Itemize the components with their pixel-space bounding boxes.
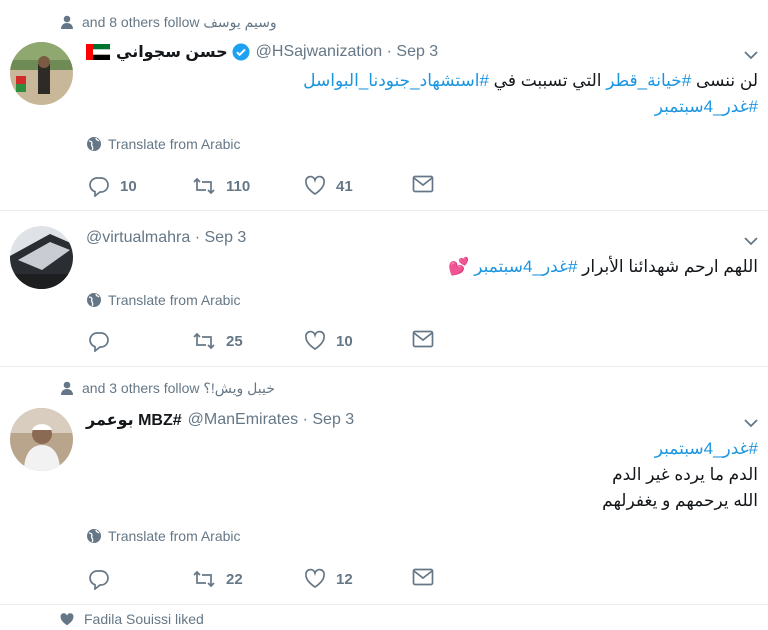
text-line: الله يرحمهم و يغفرلهم bbox=[602, 491, 758, 510]
heart-icon bbox=[58, 612, 76, 626]
dm-button[interactable] bbox=[412, 175, 444, 193]
like-count: 10 bbox=[336, 332, 353, 350]
translate-link[interactable]: Translate from Arabic bbox=[86, 528, 241, 544]
tweet-header: حسن سجواني @HSajwanization · Sep 3 bbox=[86, 40, 438, 64]
reply-count: 10 bbox=[120, 177, 137, 195]
avatar[interactable] bbox=[10, 42, 73, 105]
like-button[interactable]: 41 bbox=[304, 175, 353, 197]
dm-button[interactable] bbox=[412, 568, 444, 586]
like-count: 41 bbox=[336, 177, 353, 195]
dm-button[interactable] bbox=[412, 330, 444, 348]
message-icon bbox=[412, 330, 434, 348]
message-icon bbox=[412, 568, 434, 586]
text-segment: اللهم ارحم شهدائنا الأبرار bbox=[577, 257, 758, 276]
heart-icon bbox=[304, 330, 326, 350]
action-bar: 25 10 bbox=[88, 330, 448, 354]
tweet-text: لن ننسى #خيانة_قطر التي تسببت في #استشها… bbox=[86, 68, 758, 120]
person-icon bbox=[58, 381, 76, 395]
hashtag-link[interactable]: #غدر_4سبتمبر bbox=[655, 439, 758, 458]
avatar[interactable] bbox=[10, 408, 73, 471]
heart-icon bbox=[304, 175, 326, 195]
reply-icon bbox=[89, 177, 109, 197]
retweet-icon bbox=[193, 570, 215, 588]
like-button[interactable]: 10 bbox=[304, 330, 353, 352]
avatar[interactable] bbox=[10, 226, 73, 289]
globe-icon bbox=[86, 528, 102, 544]
translate-link[interactable]: Translate from Arabic bbox=[86, 292, 241, 308]
chevron-down-icon[interactable] bbox=[742, 414, 760, 432]
hashtag-link[interactable]: #خيانة_قطر bbox=[606, 71, 691, 90]
tweet-text: #غدر_4سبتمبر الدم ما يرده غير الدم الله … bbox=[86, 436, 758, 514]
translate-text[interactable]: Translate from Arabic bbox=[108, 528, 241, 544]
hashtag-link[interactable]: #غدر_4سبتمبر bbox=[655, 97, 758, 116]
text-segment: لن ننسى bbox=[691, 71, 758, 90]
retweet-count: 22 bbox=[226, 570, 243, 588]
liked-context-text[interactable]: Fadila Souissi liked bbox=[84, 611, 204, 627]
chevron-down-icon[interactable] bbox=[742, 46, 760, 64]
tweet-2[interactable]: @virtualmahra · Sep 3 اللهم ارحم شهدائنا… bbox=[0, 210, 768, 367]
liked-context: Fadila Souissi liked bbox=[58, 611, 204, 627]
retweet-icon bbox=[193, 177, 215, 195]
verified-icon bbox=[232, 43, 250, 61]
tweet-header: #MBZ بوعمر @ManEmirates · Sep 3 bbox=[86, 408, 354, 432]
uae-flag-icon bbox=[86, 44, 110, 60]
person-icon bbox=[58, 15, 76, 29]
tweet-header: @virtualmahra · Sep 3 bbox=[86, 226, 246, 250]
reply-button[interactable] bbox=[88, 568, 120, 590]
reply-icon bbox=[89, 332, 109, 352]
handle[interactable]: @virtualmahra bbox=[86, 229, 190, 247]
globe-icon bbox=[86, 292, 102, 308]
tweet-1[interactable]: وسيم يوسف and 8 others follow حسن سجواني… bbox=[0, 0, 768, 211]
retweet-icon bbox=[193, 332, 215, 350]
retweet-button[interactable]: 25 bbox=[192, 330, 243, 352]
reply-button[interactable]: 10 bbox=[88, 175, 137, 197]
retweet-button[interactable]: 110 bbox=[192, 175, 250, 197]
heart-icon bbox=[304, 568, 326, 588]
reply-button[interactable] bbox=[88, 330, 120, 352]
handle[interactable]: @HSajwanization bbox=[256, 43, 383, 61]
action-bar: 10 110 41 bbox=[88, 175, 448, 199]
separator: · bbox=[298, 411, 313, 428]
tweet-text: اللهم ارحم شهدائنا الأبرار #غدر_4سبتمبر … bbox=[86, 254, 758, 280]
retweet-count: 25 bbox=[226, 332, 243, 350]
translate-link[interactable]: Translate from Arabic bbox=[86, 136, 241, 152]
separator: · bbox=[190, 229, 205, 246]
text-segment: التي تسببت في bbox=[488, 71, 607, 90]
social-context-text[interactable]: وسيم يوسف and 8 others follow bbox=[82, 14, 277, 31]
timestamp[interactable]: Sep 3 bbox=[396, 43, 438, 61]
timestamp[interactable]: Sep 3 bbox=[205, 229, 247, 247]
timestamp[interactable]: Sep 3 bbox=[312, 411, 354, 429]
hashtag-link[interactable]: #غدر_4سبتمبر bbox=[474, 257, 577, 276]
heart-emoji: 💕 bbox=[448, 257, 470, 276]
message-icon bbox=[412, 175, 434, 193]
like-button[interactable]: 12 bbox=[304, 568, 353, 590]
hashtag-link[interactable]: #استشهاد_جنودنا_البواسل bbox=[303, 71, 489, 90]
social-context: وسيم يوسف and 8 others follow bbox=[58, 12, 277, 32]
tweet-3[interactable]: خيبل ويش!؟ and 3 others follow #MBZ بوعم… bbox=[0, 366, 768, 605]
action-bar: 22 12 bbox=[88, 568, 448, 592]
like-count: 12 bbox=[336, 570, 353, 588]
translate-text[interactable]: Translate from Arabic bbox=[108, 292, 241, 308]
chevron-down-icon[interactable] bbox=[742, 232, 760, 250]
handle[interactable]: @ManEmirates bbox=[188, 411, 299, 429]
translate-text[interactable]: Translate from Arabic bbox=[108, 136, 241, 152]
retweet-button[interactable]: 22 bbox=[192, 568, 243, 590]
social-context-text[interactable]: خيبل ويش!؟ and 3 others follow bbox=[82, 380, 275, 397]
text-line: الدم ما يرده غير الدم bbox=[612, 465, 758, 484]
reply-icon bbox=[89, 570, 109, 590]
separator: · bbox=[382, 43, 397, 60]
retweet-count: 110 bbox=[226, 177, 251, 195]
globe-icon bbox=[86, 136, 102, 152]
display-name[interactable]: حسن سجواني bbox=[116, 42, 228, 62]
social-context: خيبل ويش!؟ and 3 others follow bbox=[58, 378, 275, 398]
display-name[interactable]: #MBZ بوعمر bbox=[86, 410, 182, 430]
